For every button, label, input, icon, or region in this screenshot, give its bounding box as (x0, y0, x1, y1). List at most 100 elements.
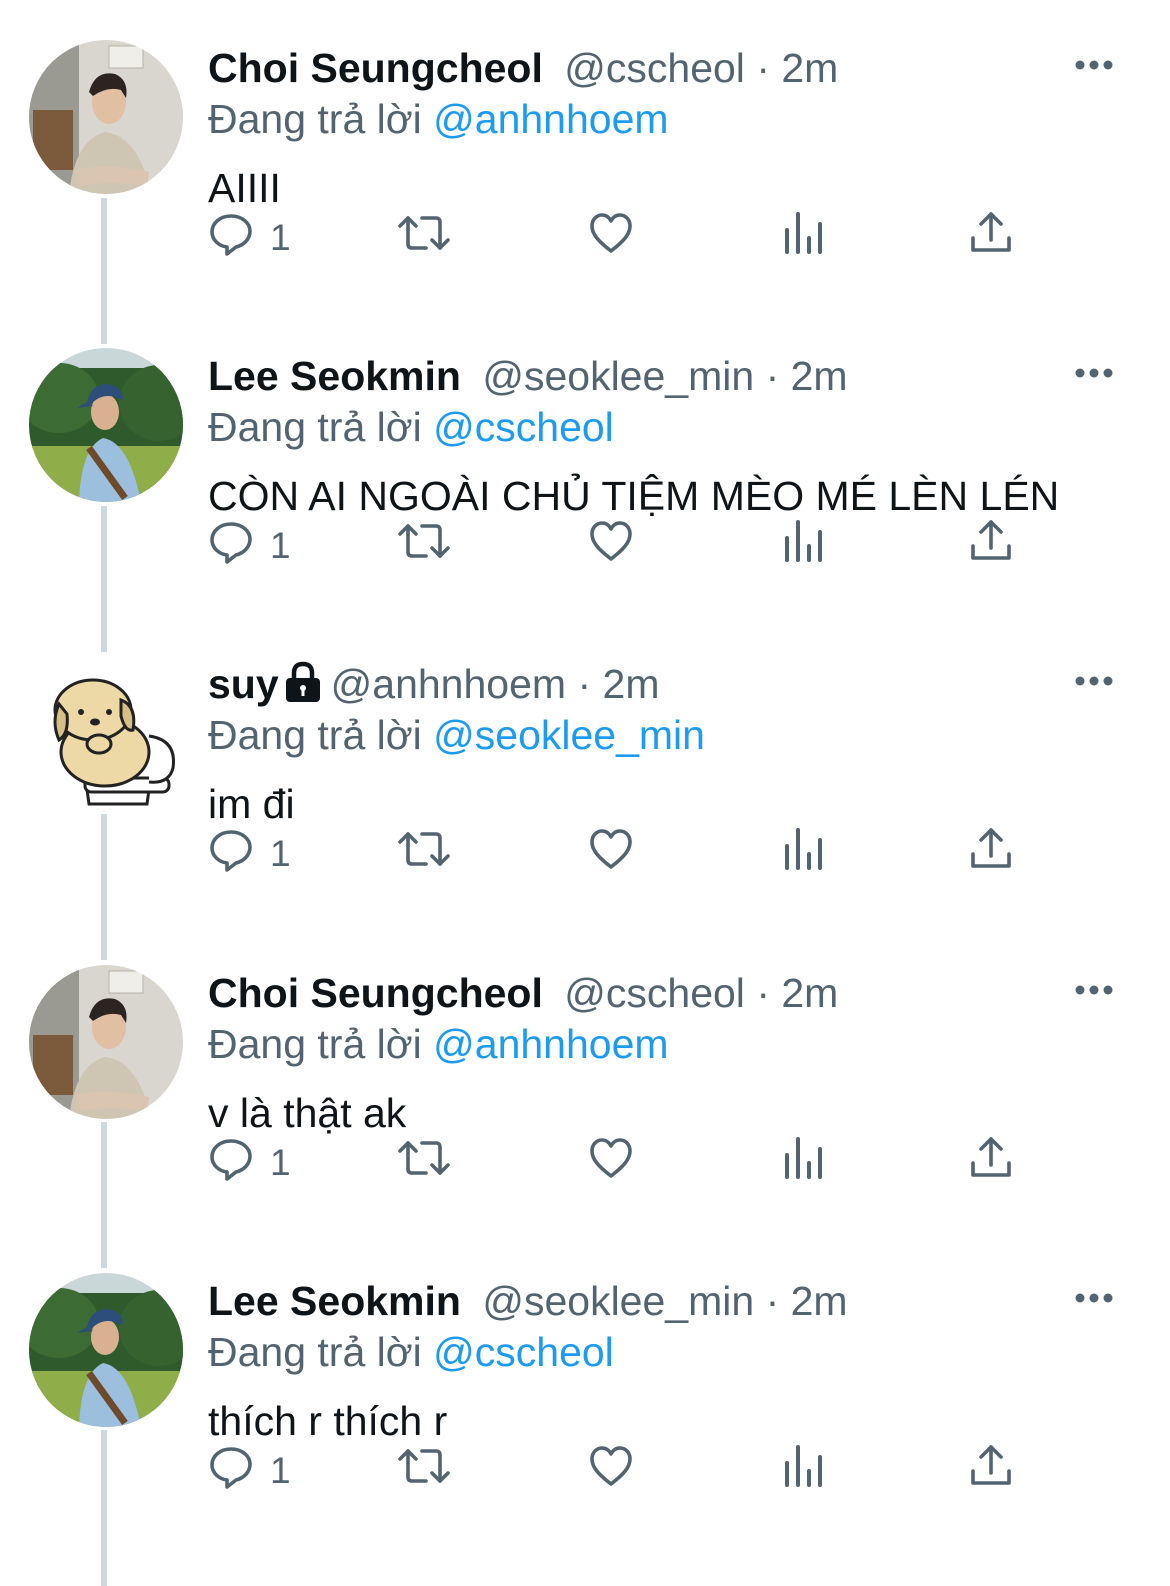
author-name[interactable]: Lee Seokmin (208, 353, 461, 399)
tweet-header: suy @anhnhoem · 2m (208, 656, 659, 712)
avatar-photo-man-blue-cap (29, 1273, 183, 1427)
replying-to-mention[interactable]: @cscheol (433, 404, 614, 450)
views-button[interactable] (780, 518, 826, 574)
reply-icon (210, 1139, 252, 1181)
reply-button[interactable]: 1 (208, 518, 291, 574)
analytics-icon (785, 1137, 822, 1179)
reply-button[interactable]: 1 (208, 1443, 291, 1499)
analytics-icon (785, 212, 822, 254)
analytics-icon (785, 828, 822, 870)
share-button[interactable] (968, 518, 1014, 574)
more-options-icon[interactable] (1072, 363, 1116, 383)
tweet-header: Choi Seungcheol @cscheol · 2m (208, 965, 838, 1021)
separator: · (765, 1278, 780, 1324)
tweet[interactable]: Lee Seokmin @seoklee_min · 2m Đang trả l… (0, 1233, 1170, 1541)
views-button[interactable] (780, 1135, 826, 1191)
share-button[interactable] (968, 826, 1014, 882)
replying-to: Đang trả lời @anhnhoem (208, 94, 669, 144)
more-options-icon[interactable] (1072, 55, 1116, 75)
author-handle[interactable]: @seoklee_min (482, 353, 754, 399)
avatar[interactable] (29, 1273, 183, 1427)
share-button[interactable] (968, 1443, 1014, 1499)
tweet-header: Lee Seokmin @seoklee_min · 2m (208, 1273, 848, 1329)
author-name[interactable]: Lee Seokmin (208, 1278, 461, 1324)
retweet-button[interactable] (396, 1443, 452, 1499)
tweet-text: AIIII (208, 165, 281, 211)
action-bar: 1 (208, 210, 1038, 266)
timestamp[interactable]: 2m (791, 353, 848, 399)
share-button[interactable] (968, 1135, 1014, 1191)
retweet-button[interactable] (396, 518, 452, 574)
views-button[interactable] (780, 1443, 826, 1499)
action-bar: 1 (208, 1443, 1038, 1499)
replying-to-label: Đang trả lời (208, 96, 422, 142)
reply-button[interactable]: 1 (208, 826, 291, 882)
reply-count: 1 (270, 1142, 291, 1183)
tweet[interactable]: Choi Seungcheol @cscheol · 2m Đang trả l… (0, 925, 1170, 1233)
analytics-icon (785, 1445, 822, 1487)
tweet[interactable]: suy @anhnhoem · 2m Đang trả lời @seoklee_… (0, 616, 1170, 924)
heart-icon (590, 213, 632, 253)
separator: · (765, 353, 780, 399)
timestamp[interactable]: 2m (781, 45, 838, 91)
author-name[interactable]: suy (208, 661, 279, 707)
avatar-photo-man-beige-shirt (29, 965, 183, 1119)
retweet-icon (398, 1449, 450, 1483)
tweet[interactable]: Choi Seungcheol @cscheol · 2m Đang trả l… (0, 0, 1170, 308)
author-name[interactable]: Choi Seungcheol (208, 970, 543, 1016)
author-handle[interactable]: @anhnhoem (331, 661, 566, 707)
replying-to-label: Đang trả lời (208, 1329, 422, 1375)
heart-icon (590, 1446, 632, 1486)
replying-to-mention[interactable]: @seoklee_min (433, 712, 705, 758)
avatar[interactable] (29, 965, 183, 1119)
author-handle[interactable]: @seoklee_min (482, 1278, 754, 1324)
replying-to-label: Đang trả lời (208, 712, 422, 758)
avatar-dog-cartoon (29, 656, 183, 810)
action-bar: 1 (208, 826, 1038, 882)
like-button[interactable] (588, 518, 634, 574)
tweet-text: im đi (208, 781, 295, 827)
reply-button[interactable]: 1 (208, 210, 291, 266)
avatar[interactable] (29, 656, 183, 810)
retweet-button[interactable] (396, 210, 452, 266)
share-icon (971, 828, 1011, 868)
more-options-icon[interactable] (1072, 1288, 1116, 1308)
avatar[interactable] (29, 40, 183, 194)
like-button[interactable] (588, 1443, 634, 1499)
tweet[interactable]: Lee Seokmin @seoklee_min · 2m Đang trả l… (0, 308, 1170, 616)
tweet-header: Lee Seokmin @seoklee_min · 2m (208, 348, 848, 404)
like-button[interactable] (588, 826, 634, 882)
separator: · (756, 970, 770, 1016)
tweet-text: CÒN AI NGOÀI CHỦ TIỆM MÈO MÉ LÈN LÉN (208, 473, 1060, 519)
replying-to-mention[interactable]: @anhnhoem (433, 1021, 668, 1067)
replying-to-label: Đang trả lời (208, 1021, 422, 1067)
action-bar: 1 (208, 1135, 1038, 1191)
views-button[interactable] (780, 210, 826, 266)
author-handle[interactable]: @cscheol (564, 45, 745, 91)
lock-icon (285, 661, 320, 702)
retweet-button[interactable] (396, 826, 452, 882)
share-button[interactable] (968, 210, 1014, 266)
views-button[interactable] (780, 826, 826, 882)
timestamp[interactable]: 2m (791, 1278, 848, 1324)
separator: · (756, 45, 770, 91)
reply-icon (210, 214, 252, 256)
more-options-icon[interactable] (1072, 980, 1116, 1000)
tweet-text: thích r thích r (208, 1398, 448, 1444)
more-options-icon[interactable] (1072, 671, 1116, 691)
timestamp[interactable]: 2m (781, 970, 838, 1016)
avatar[interactable] (29, 348, 183, 502)
author-handle[interactable]: @cscheol (564, 970, 745, 1016)
like-button[interactable] (588, 210, 634, 266)
replying-to-mention[interactable]: @cscheol (433, 1329, 614, 1375)
replying-to-mention[interactable]: @anhnhoem (433, 96, 668, 142)
reply-button[interactable]: 1 (208, 1135, 291, 1191)
replying-to: Đang trả lời @cscheol (208, 402, 614, 452)
retweet-button[interactable] (396, 1135, 452, 1191)
timestamp[interactable]: 2m (603, 661, 660, 707)
like-button[interactable] (588, 1135, 634, 1191)
author-name[interactable]: Choi Seungcheol (208, 45, 543, 91)
action-bar: 1 (208, 518, 1038, 574)
tweet-text: v là thật ak (208, 1090, 407, 1136)
share-icon (971, 1137, 1011, 1177)
